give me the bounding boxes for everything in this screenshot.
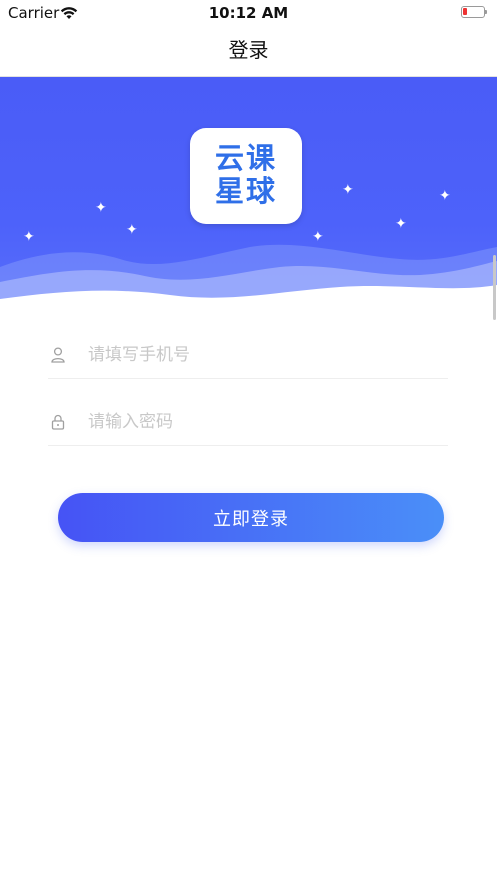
logo-text-line2: 星球 [214,174,277,208]
sparkle-star-icon: ✦ [23,229,35,245]
app-logo: 云课 星球 [190,128,302,224]
password-input[interactable] [88,407,428,437]
login-button[interactable]: 立即登录 [58,493,444,542]
lock-icon [51,414,65,434]
battery-low-icon [461,6,487,18]
clock: 10:12 AM [208,4,289,22]
battery-tip [485,10,487,14]
phone-field [48,332,448,379]
phone-input[interactable] [88,340,428,370]
sparkle-star-icon: ✦ [126,222,138,238]
scroll-indicator[interactable] [493,255,496,320]
sparkle-star-icon: ✦ [439,188,451,204]
battery-level [463,8,467,15]
page-title: 登录 [228,38,269,62]
navigation-bar: 登录 [0,26,497,76]
hero-banner: 云课 星球 ✦ ✦ ✦ ✦ ✦ ✦ ✦ [0,77,497,322]
logo-text-line1: 云课 [214,141,277,175]
status-bar: Carrier 10:12 AM [0,0,497,26]
sparkle-star-icon: ✦ [342,182,354,198]
password-field [48,399,448,446]
user-icon [51,347,65,367]
sparkle-star-icon: ✦ [312,229,324,245]
sparkle-star-icon: ✦ [395,216,407,232]
sparkle-star-icon: ✦ [95,200,107,216]
